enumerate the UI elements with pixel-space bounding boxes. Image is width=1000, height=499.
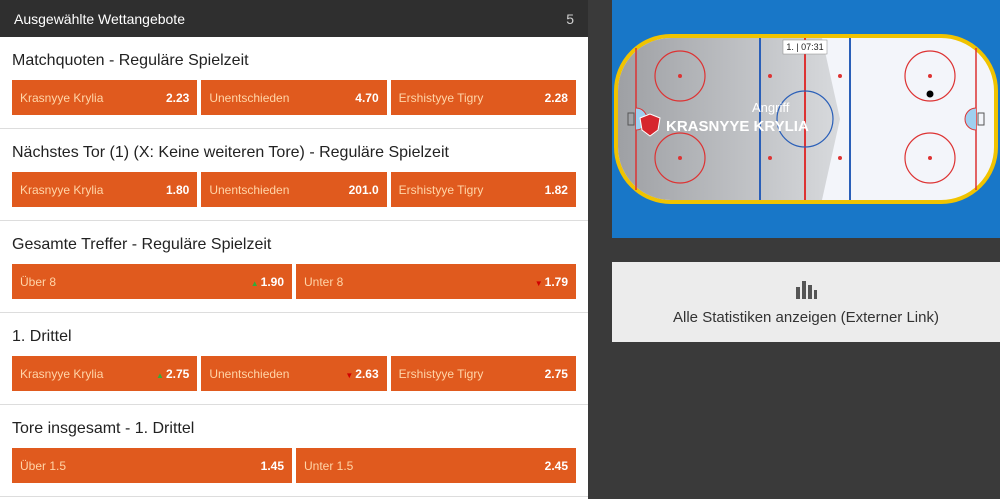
odds-value-wrap: 1.80 [166, 183, 189, 197]
odds-button[interactable]: Unter 1.5 2.45 [296, 448, 576, 483]
odds-value-wrap: 1.82 [545, 183, 568, 197]
market: Tore insgesamt - 1. Drittel Über 1.5 1.45 U… [0, 405, 588, 497]
odds-label: Unter 8 [304, 274, 344, 289]
panel-title: Ausgewählte Wettangebote [14, 10, 185, 27]
featured-bets-panel: Ausgewählte Wettangebote 5 Matchquoten -… [0, 0, 588, 499]
live-rink-visualization: 1. | 07:31 Angriff KRASNYYE KRYLIA [612, 0, 1000, 238]
market-list: Matchquoten - Reguläre Spielzeit Krasnyye… [0, 37, 588, 497]
odds-value-wrap: 201.0 [349, 183, 379, 197]
market-count: 5 [566, 10, 574, 27]
odds-label: Ershistyye Tigry [398, 90, 484, 105]
odds-row: Krasnyye Krylia 1.80 Unentschieden 201.0 Ers… [12, 172, 576, 207]
trend-down-icon: ▼ [345, 370, 354, 380]
odds-button[interactable]: Krasnyye Krylia ▲ 2.75 [12, 356, 198, 391]
odds-value-wrap: 1.45 [261, 459, 284, 473]
market-title: Nächstes Tor (1) (X: Keine weiteren Tore… [12, 144, 449, 161]
odds-value: 2.63 [355, 366, 379, 381]
odds-label: Krasnyye Krylia [20, 90, 104, 105]
odds-label: Über 8 [20, 274, 57, 289]
odds-value-wrap: 2.28 [545, 91, 568, 105]
market: Nächstes Tor (1) (X: Keine weiteren Tore… [0, 129, 588, 221]
odds-button[interactable]: Krasnyye Krylia 1.80 [12, 172, 198, 207]
odds-value-wrap: ▲ 2.75 [156, 367, 189, 381]
market-title: Matchquoten - Reguläre Spielzeit [12, 52, 249, 69]
market-title: 1. Drittel [12, 328, 72, 345]
odds-button[interactable]: Über 8 ▲ 1.90 [12, 264, 292, 299]
odds-label: Unentschieden [209, 90, 290, 105]
odds-value: 2.75 [544, 366, 568, 381]
trend-up-icon: ▲ [250, 278, 259, 288]
odds-value: 2.75 [165, 366, 190, 381]
odds-button[interactable]: Über 1.5 1.45 [12, 448, 292, 483]
odds-value-wrap: 2.75 [545, 367, 568, 381]
odds-value: 2.28 [544, 90, 568, 105]
panel-header: Ausgewählte Wettangebote 5 [0, 0, 588, 37]
market: 1. Drittel Krasnyye Krylia ▲ 2.75 Unentschie… [0, 313, 588, 405]
stats-link-text: Alle Statistiken anzeigen (Externer Link… [673, 308, 939, 326]
odds-row: Über 1.5 1.45 Unter 1.5 2.45 [12, 448, 576, 483]
trend-up-icon: ▲ [156, 370, 164, 380]
odds-value: 1.45 [260, 458, 284, 473]
odds-button[interactable]: Ershistyye Tigry 2.28 [390, 80, 576, 115]
odds-label: Unentschieden [209, 182, 290, 197]
odds-button[interactable]: Unter 8 ▼ 1.79 [296, 264, 576, 299]
trend-down-icon: ▼ [534, 278, 543, 288]
odds-value: 201.0 [348, 182, 379, 197]
odds-value: 2.45 [544, 458, 568, 473]
odds-value-wrap: ▼ 2.63 [345, 367, 378, 381]
odds-label: Ershistyye Tigry [398, 366, 484, 381]
odds-label: Unter 1.5 [304, 458, 354, 473]
odds-button[interactable]: Unentschieden 201.0 [201, 172, 387, 207]
market-title: Tore insgesamt - 1. Drittel [12, 420, 195, 437]
odds-value-wrap: 4.70 [355, 91, 378, 105]
odds-row: Krasnyye Krylia 2.23 Unentschieden 4.70 Ersh… [12, 80, 576, 115]
odds-label: Krasnyye Krylia [20, 182, 104, 197]
odds-button[interactable]: Krasnyye Krylia 2.23 [12, 80, 198, 115]
odds-value: 4.70 [355, 90, 379, 105]
odds-button[interactable]: Ershistyye Tigry 2.75 [390, 356, 576, 391]
bar-chart-icon [796, 280, 817, 299]
attacking-team: KRASNYYE KRYLIA [666, 118, 809, 135]
odds-label: Über 1.5 [20, 458, 67, 473]
odds-value-wrap: ▼ 1.79 [535, 275, 568, 289]
odds-value: 1.80 [165, 182, 190, 197]
odds-button[interactable]: Unentschieden ▼ 2.63 [201, 356, 387, 391]
odds-row: Über 8 ▲ 1.90 Unter 8 ▼ 1.79 [12, 264, 576, 299]
market: Gesamte Treffer - Reguläre Spielzeit Über… [0, 221, 588, 313]
odds-button[interactable]: Unentschieden 4.70 [201, 80, 387, 115]
market-title: Gesamte Treffer - Reguläre Spielzeit [12, 236, 272, 253]
puck-icon [926, 90, 934, 98]
odds-value-wrap: ▲ 1.90 [251, 275, 284, 289]
odds-button[interactable]: Ershistyye Tigry 1.82 [390, 172, 576, 207]
odds-label: Krasnyye Krylia [20, 366, 104, 381]
odds-value: 2.23 [165, 90, 190, 105]
odds-label: Unentschieden [209, 366, 290, 381]
period-time: 1. | 07:31 [786, 42, 824, 52]
attack-label: Angriff [752, 100, 790, 115]
odds-value-wrap: 2.23 [166, 91, 189, 105]
odds-row: Krasnyye Krylia ▲ 2.75 Unentschieden ▼ 2.63 Er… [12, 356, 576, 391]
odds-label: Ershistyye Tigry [398, 182, 484, 197]
odds-value: 1.90 [260, 274, 284, 289]
stats-link[interactable]: Alle Statistiken anzeigen (Externer Link… [612, 262, 1000, 342]
odds-value: 1.82 [544, 182, 568, 197]
market: Matchquoten - Reguläre Spielzeit Krasnyye… [0, 37, 588, 129]
odds-value-wrap: 2.45 [545, 459, 568, 473]
odds-value: 1.79 [544, 274, 568, 289]
